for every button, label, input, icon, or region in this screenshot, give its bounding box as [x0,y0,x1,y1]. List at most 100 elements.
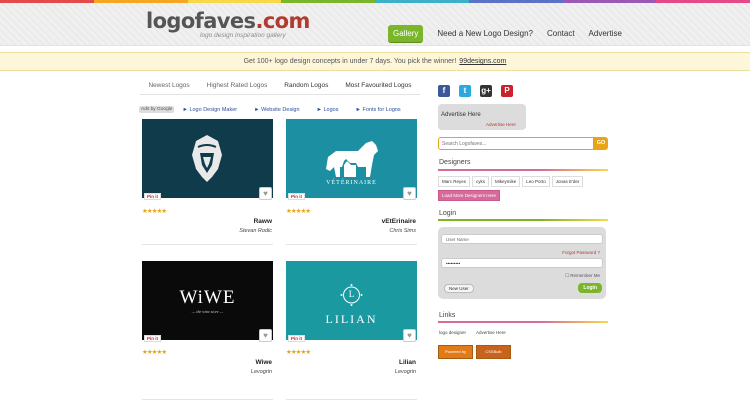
tab-most-favourited[interactable]: Most Favourited Logos [345,82,411,89]
promo-text: Get 100+ logo design concepts in under 7… [243,58,457,65]
hostgator-badge[interactable]: Powered by HostGator.com [438,345,473,366]
designer-chip[interactable]: cyks [472,176,490,187]
designers-list: Marc Reyes cyks Mikeymike Leo Porto Jona… [438,176,608,204]
forgot-password-link[interactable]: Forgot Password ? [562,250,600,255]
advertise-sub[interactable]: Advertise Here [486,122,516,127]
logo-wordmark: VÉTÉRINAIRE [326,180,377,186]
ad-link[interactable]: ► Logo Design Maker [182,107,237,113]
load-more-designers-button[interactable]: Load More Designers Here [438,190,501,201]
logo-monogram: L [348,289,355,299]
social-links: f t g+ P [438,85,522,97]
login-button[interactable]: Login [578,283,602,293]
designers-underline [438,169,608,171]
new-user-button[interactable]: New User [444,284,474,293]
advertise-title: Advertise Here [441,112,481,118]
divider [286,244,417,245]
rating-stars[interactable]: ★★★★★ [286,207,311,215]
logo-card[interactable]: Pin it ♥ [142,119,273,213]
card-author[interactable]: Chris Sims [296,228,416,234]
pin-it-button[interactable]: Pin it [144,335,161,342]
advertise-box[interactable]: Advertise Here Advertise Here [438,104,526,130]
nav-gallery[interactable]: Gallery [388,25,424,42]
logo-card[interactable]: WiWE — the wine store — Pin it ♥ [142,261,273,355]
facebook-icon[interactable]: f [438,85,450,97]
pin-it-button[interactable]: Pin it [288,335,305,342]
logo-card[interactable]: VÉTÉRINAIRE Pin it ♥ [286,119,417,213]
pin-it-button[interactable]: Pin it [288,193,305,200]
tab-newest-logos[interactable]: Newest Logos [148,82,189,89]
logo-thumbnail[interactable]: L LILIAN [286,261,417,340]
links-underline [438,321,608,323]
dog-cat-logo-icon [326,141,378,177]
search-go-button[interactable]: GO [594,137,608,150]
favourite-heart-icon[interactable]: ♥ [259,329,272,342]
designer-chip[interactable]: Leo Porto [522,176,550,187]
card-title[interactable]: vEtErinaire [296,218,416,225]
designers-heading: Designers [439,159,471,166]
designer-chip[interactable]: Jonas E'der [551,176,584,187]
logo-tld: .com [255,9,310,33]
username-field[interactable]: User Name [441,234,603,244]
main-nav: Gallery Need a New Logo Design? Contact … [388,25,636,42]
tab-random-logos[interactable]: Random Logos [284,82,328,89]
lilian-monogram-icon [340,284,363,306]
favourite-heart-icon[interactable]: ♥ [403,187,416,200]
rating-stars[interactable]: ★★★★★ [286,348,311,356]
card-title[interactable]: Raww [152,218,272,225]
card-title[interactable]: Lilian [296,359,416,366]
logo-card[interactable]: L LILIAN Pin it ♥ [286,261,417,355]
rating-stars[interactable]: ★★★★★ [142,348,167,356]
links-list: logo designer Advertise Here [439,330,516,335]
login-form: User Name Forgot Password ? ••••••••• ☐ … [438,227,606,299]
twitter-icon[interactable]: t [459,85,471,97]
search-bar: GO [438,137,608,150]
ad-link[interactable]: ► Logos [317,107,339,113]
designer-chip[interactable]: Marc Reyes [438,176,471,187]
pinterest-icon[interactable]: P [501,85,513,97]
link-item[interactable]: logo designer [439,330,466,335]
login-underline [438,219,608,221]
logo-thumbnail[interactable]: WiWE — the wine store — [142,261,273,340]
nav-contact[interactable]: Contact [547,29,575,38]
divider [286,399,417,400]
ad-link[interactable]: ► Fonts for Logos [356,107,401,113]
card-author[interactable]: Stevan Rodic [152,228,272,234]
site-header: logofaves.com logo design inspiration ga… [0,3,750,46]
links-heading: Links [439,312,456,319]
card-title[interactable]: Wiwe [152,359,272,366]
ad-links-row: Ads by Google ► Logo Design Maker ► Webs… [139,106,421,113]
site-tagline: logo design inspiration gallery [200,32,286,39]
divider [142,244,273,245]
promo-banner: Get 100+ logo design concepts in under 7… [0,52,750,71]
ad-link[interactable]: ► Website Design [254,107,299,113]
gallery-tabs: Newest Logos Highest Rated Logos Random … [140,82,420,95]
card-author[interactable]: Levogrin [296,369,416,375]
tab-highest-rated[interactable]: Highest Rated Logos [207,82,268,89]
logo-thumbnail[interactable] [142,119,273,198]
nav-new-logo-design[interactable]: Need a New Logo Design? [437,29,533,38]
sponsor-badges: Powered by HostGator.com CSSBulb [438,345,514,366]
favourite-heart-icon[interactable]: ♥ [259,187,272,200]
google-plus-icon[interactable]: g+ [480,85,492,97]
link-item[interactable]: Advertise Here [476,330,506,335]
site-logo[interactable]: logofaves.com [146,9,310,33]
logo-text: logofaves [146,9,256,33]
ads-by-google-tag[interactable]: Ads by Google [139,106,175,113]
logo-thumbnail[interactable]: VÉTÉRINAIRE [286,119,417,198]
rating-stars[interactable]: ★★★★★ [142,207,167,215]
cssbulb-badge[interactable]: CSSBulb [476,345,511,359]
favourite-heart-icon[interactable]: ♥ [403,329,416,342]
password-field[interactable]: ••••••••• [441,258,603,268]
pin-it-button[interactable]: Pin it [144,193,161,200]
remember-me-checkbox[interactable]: ☐ Remember Me [565,273,600,279]
nav-advertise[interactable]: Advertise [589,29,622,38]
logo-wordmark: WiWE [179,287,236,308]
logo-wordmark: LILIAN [325,312,378,326]
lion-logo-icon [192,135,222,182]
search-input[interactable] [438,137,594,150]
divider [142,399,273,400]
designer-chip[interactable]: Mikeymike [491,176,521,187]
logo-subtitle: — the wine store — [191,309,224,314]
promo-link[interactable]: 99designs.com [459,58,506,65]
card-author[interactable]: Levogrin [152,369,272,375]
